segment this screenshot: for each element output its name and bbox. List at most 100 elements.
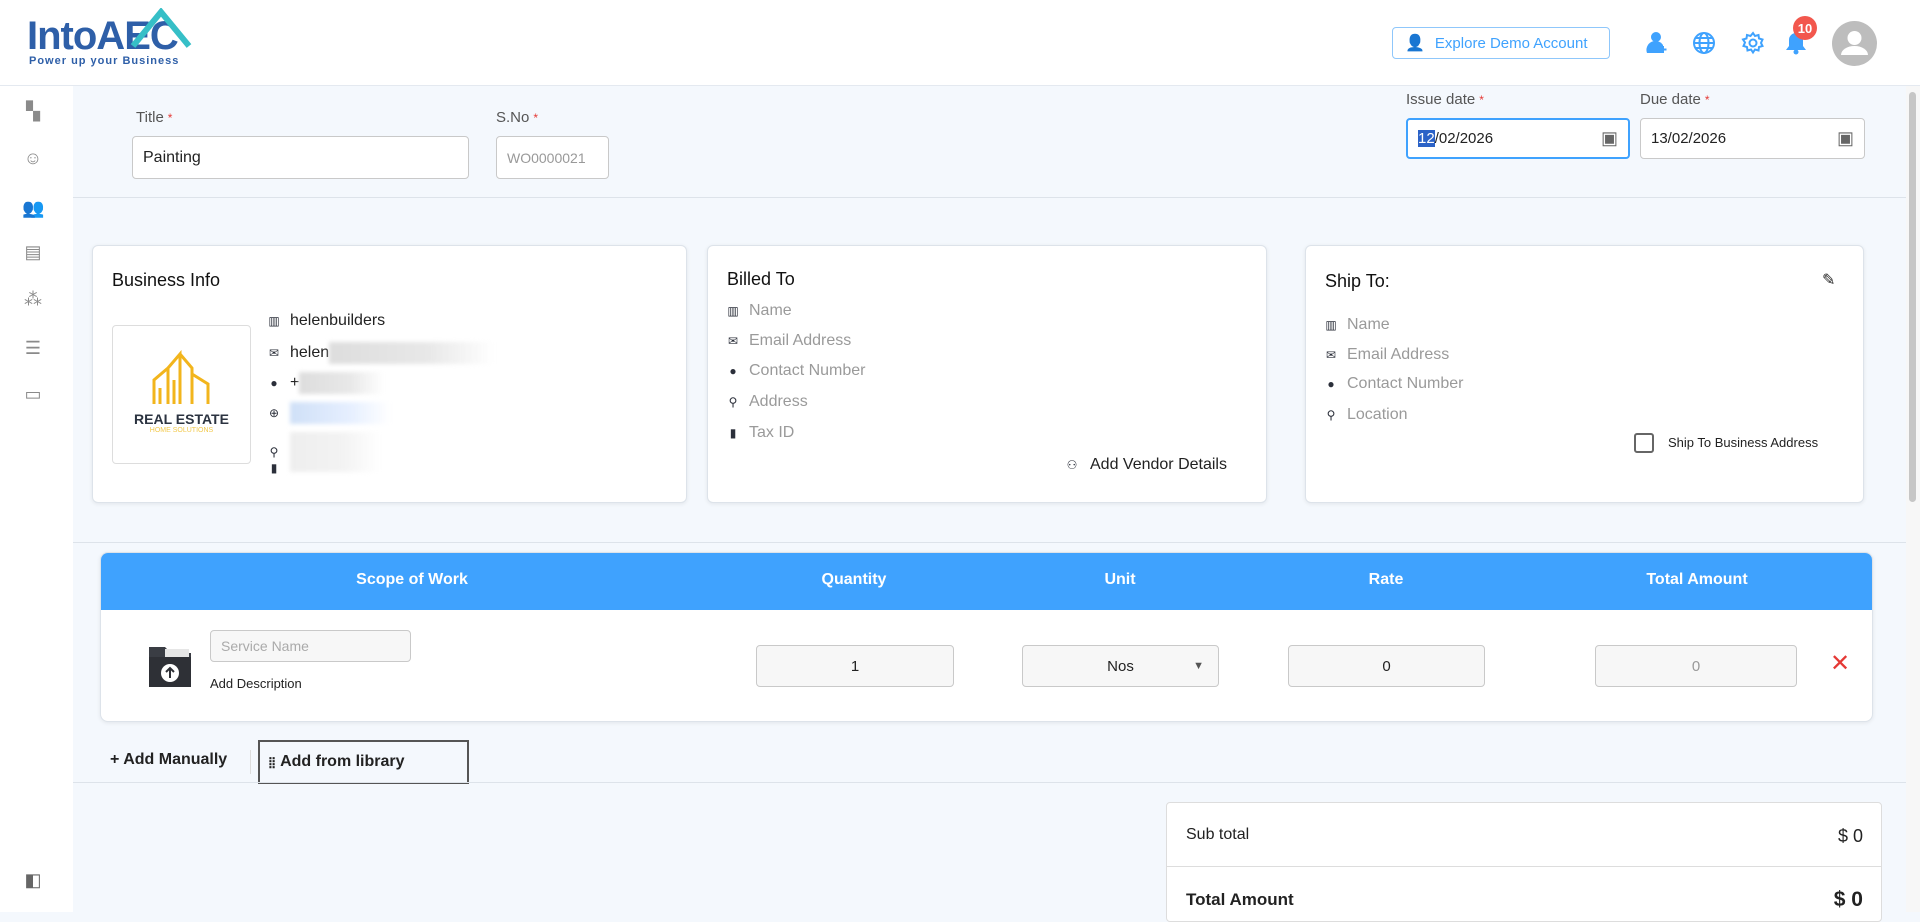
globe-icon[interactable] <box>1692 31 1716 55</box>
ship-email-row[interactable]: ✉ Email Address <box>1325 346 1449 364</box>
total-amount-value: $ 0 <box>1833 888 1863 911</box>
business-logo[interactable]: REAL ESTATE HOME SOLUTIONS <box>112 325 251 464</box>
divider <box>1167 866 1881 867</box>
rate-input[interactable]: 0 <box>1288 645 1485 687</box>
billed-taxid-row[interactable]: ▮ Tax ID <box>727 424 795 442</box>
add-manually-button[interactable]: + Add Manually <box>110 751 227 769</box>
building-icon: ▥ <box>1325 318 1337 332</box>
business-tax-row: ▮ <box>268 462 290 474</box>
add-vendor-details-button[interactable]: ⚇ Add Vendor Details <box>1064 456 1227 474</box>
delete-row-icon[interactable]: ✕ <box>1830 649 1850 678</box>
explore-demo-account-button[interactable]: 👤 Explore Demo Account <box>1392 27 1610 59</box>
phone-icon: ● <box>1327 377 1335 391</box>
business-name-row: ▥ helenbuilders <box>268 312 386 329</box>
business-info-title: Business Info <box>112 270 221 290</box>
billed-contact-row[interactable]: ● Contact Number <box>727 362 865 380</box>
business-website-row: ⊕ <box>268 402 390 424</box>
redacted-website <box>290 402 390 424</box>
list-icon[interactable]: ☰ <box>22 337 44 359</box>
calendar-icon[interactable]: ▣ <box>1837 128 1854 149</box>
billed-address-row[interactable]: ⚲ Address <box>727 393 808 411</box>
billed-name-row[interactable]: ▥ Name <box>727 302 791 320</box>
location-icon: ⚲ <box>269 445 279 459</box>
ship-name-row[interactable]: ▥ Name <box>1325 316 1389 334</box>
redacted-phone <box>299 372 385 394</box>
ship-to-card: Ship To: ✎ ▥ Name ✉ Email Address ● Contact… <box>1305 245 1864 503</box>
library-icon: ⣿ <box>268 756 277 769</box>
col-scope-of-work: Scope of Work <box>356 571 468 588</box>
email-icon: ✉ <box>268 346 280 360</box>
explore-demo-label: Explore Demo Account <box>1434 34 1588 52</box>
website-icon: ⊕ <box>268 406 280 420</box>
logo-roof-icon <box>130 8 192 48</box>
add-from-library-button[interactable]: ⣿ Add from library <box>258 740 469 784</box>
scrollbar[interactable] <box>1906 86 1920 912</box>
avatar[interactable] <box>1832 21 1877 66</box>
ship-to-title: Ship To: <box>1325 271 1390 291</box>
billed-to-title: Billed To <box>727 269 795 289</box>
calendar-icon[interactable]: ▣ <box>1601 128 1618 149</box>
col-quantity: Quantity <box>821 571 887 588</box>
monitor-icon[interactable]: ▭ <box>22 383 44 405</box>
totals-box: Sub total $ 0 Total Amount $ 0 <box>1166 802 1882 922</box>
ship-location-row[interactable]: ⚲ Location <box>1325 406 1408 424</box>
tax-doc-icon: ▮ <box>270 461 278 475</box>
add-user-icon[interactable] <box>1646 31 1668 55</box>
title-input[interactable]: Painting <box>132 136 469 179</box>
total-amount-input: 0 <box>1595 645 1797 687</box>
ship-to-business-checkbox[interactable] <box>1634 433 1654 453</box>
user-avatar-icon <box>1841 31 1868 55</box>
ship-contact-row[interactable]: ● Contact Number <box>1325 375 1463 393</box>
building-icon: ▥ <box>268 314 280 328</box>
redacted-email <box>329 342 495 364</box>
billed-to-card: Billed To ▥ Name ✉ Email Address ● Contact … <box>707 245 1267 503</box>
invoice-icon[interactable]: ▤ <box>22 241 44 263</box>
service-name-input[interactable]: Service Name <box>210 630 411 662</box>
ship-to-business-label: Ship To Business Address <box>1668 435 1819 450</box>
layout-icon[interactable]: ◧ <box>22 869 44 891</box>
due-date-input[interactable]: 13/02/2026 ▣ <box>1640 118 1865 159</box>
sno-label: S.No * <box>496 109 539 126</box>
business-info-card: Business Info REAL ESTATE HOME SOLUTIONS… <box>92 245 687 503</box>
clients-icon[interactable]: ☺ <box>22 147 44 169</box>
logo-tagline: Power up your Business <box>29 55 180 67</box>
billed-email-row[interactable]: ✉ Email Address <box>727 332 851 350</box>
divider <box>73 542 1908 543</box>
user-switch-icon: 👤 <box>1405 35 1425 52</box>
email-icon: ✉ <box>1325 348 1337 362</box>
col-unit: Unit <box>1104 571 1136 588</box>
scrollbar-thumb[interactable] <box>1909 92 1916 502</box>
dashboard-icon[interactable]: ▚ <box>22 100 44 122</box>
redacted-address <box>290 432 380 472</box>
intoaec-logo[interactable]: IntoAEC Power up your Business <box>27 8 199 72</box>
building-logo-icon <box>152 349 209 404</box>
scope-table: Scope of Work Quantity Unit Rate Total A… <box>100 552 1873 722</box>
edit-pencil-icon[interactable]: ✎ <box>1822 270 1835 290</box>
col-rate: Rate <box>1368 571 1404 588</box>
upload-folder-icon[interactable] <box>147 643 193 689</box>
notification-badge: 10 <box>1793 16 1817 40</box>
unit-select[interactable]: Nos ▼ <box>1022 645 1219 687</box>
add-vendor-icon: ⚇ <box>1066 458 1078 472</box>
quantity-input[interactable]: 1 <box>756 645 954 687</box>
modules-icon[interactable]: ⁂ <box>22 288 44 310</box>
location-icon: ⚲ <box>728 395 738 409</box>
divider <box>73 782 1908 783</box>
business-email-row: ✉ helen <box>268 342 495 364</box>
team-icon[interactable]: 👥 <box>22 197 44 219</box>
phone-icon: ● <box>729 364 737 378</box>
building-icon: ▥ <box>727 304 739 318</box>
issue-date-label: Issue date * <box>1406 91 1484 108</box>
sidebar: ▚ ☺ 👥 ▤ ⁂ ☰ ▭ ◧ <box>0 86 73 912</box>
logo-company-text: REAL ESTATE <box>134 411 229 427</box>
due-date-label: Due date * <box>1640 91 1710 108</box>
add-description-link[interactable]: Add Description <box>210 676 302 691</box>
logo-sub-text: HOME SOLUTIONS <box>149 427 214 434</box>
col-total-amount: Total Amount <box>1646 571 1748 588</box>
total-amount-label: Total Amount <box>1186 890 1294 909</box>
dropdown-arrow-icon: ▼ <box>1193 660 1204 672</box>
separator <box>250 750 251 774</box>
gear-icon[interactable] <box>1741 31 1765 55</box>
sno-input[interactable]: WO0000021 <box>496 136 609 179</box>
issue-date-input[interactable]: 12/02/2026 ▣ <box>1406 118 1630 159</box>
